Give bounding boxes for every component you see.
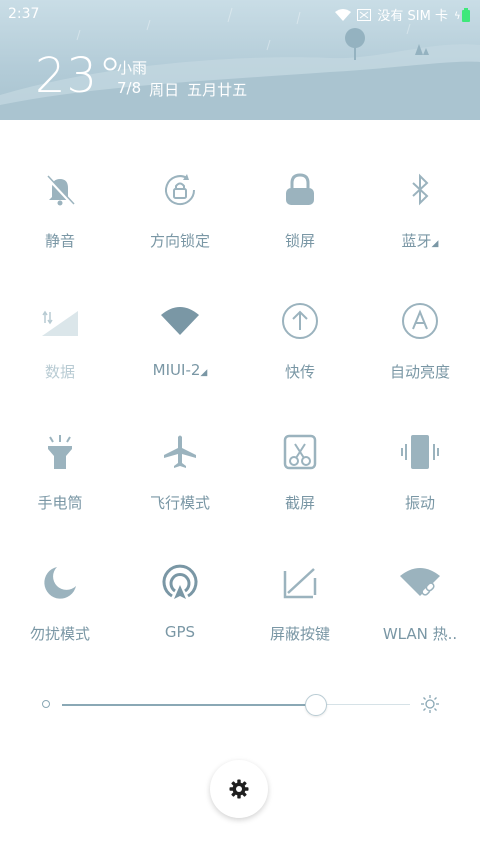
upload-icon bbox=[282, 303, 318, 339]
battery-charging-icon: ϟ bbox=[454, 7, 470, 22]
airplane-icon bbox=[164, 435, 196, 468]
toggle-label: WLAN 热.. bbox=[382, 625, 458, 643]
toggle-label: 快传 bbox=[284, 363, 315, 381]
toggle-flashlight[interactable]: 手电筒 bbox=[0, 412, 120, 522]
gps-icon bbox=[162, 564, 198, 599]
auto-brightness-icon bbox=[402, 303, 438, 339]
toggle-label: 数据 bbox=[44, 363, 75, 381]
wifi-status-icon bbox=[335, 8, 352, 21]
toggle-label: 振动 bbox=[404, 494, 435, 512]
slider-fill bbox=[62, 704, 317, 706]
toggle-wlan-hotspot[interactable]: WLAN 热.. bbox=[360, 543, 480, 653]
temperature: 23° bbox=[35, 48, 124, 104]
bell-off-icon bbox=[45, 175, 75, 207]
carrier-text: 没有 SIM 卡 bbox=[377, 9, 448, 24]
gear-icon bbox=[229, 779, 249, 799]
rotation-lock-icon bbox=[165, 174, 196, 206]
lock-icon bbox=[286, 173, 314, 205]
brightness-high-icon bbox=[421, 695, 439, 713]
toggle-label: 屏蔽按键 bbox=[269, 625, 330, 643]
hotspot-icon bbox=[400, 568, 440, 596]
toggle-label: MIUI-2◢ bbox=[152, 361, 208, 379]
lunar-date: 五月廿五 bbox=[187, 81, 248, 99]
toggle-mute[interactable]: 静音 bbox=[0, 150, 120, 260]
weather-condition: 小雨 bbox=[117, 59, 148, 77]
block-keys-icon bbox=[283, 568, 317, 599]
toggle-quick-transfer[interactable]: 快传 bbox=[240, 281, 360, 391]
toggle-do-not-disturb[interactable]: 勿扰模式 bbox=[0, 543, 120, 653]
toggle-lock-screen[interactable]: 锁屏 bbox=[240, 150, 360, 260]
status-bar: 2:37 没有 SIM 卡 ϟ bbox=[0, 0, 480, 28]
toggle-label: 手电筒 bbox=[37, 494, 83, 512]
toggle-rotation-lock[interactable]: 方向锁定 bbox=[120, 150, 240, 260]
moon-icon bbox=[44, 567, 76, 599]
svg-text:ϟ: ϟ bbox=[454, 11, 461, 22]
toggle-label: 蓝牙◢ bbox=[401, 232, 439, 250]
mobile-data-icon bbox=[42, 310, 78, 336]
weather-header[interactable]: 2:37 没有 SIM 卡 ϟ 23° 小雨 7/8 周日 五月廿五 bbox=[0, 0, 480, 120]
screenshot-icon bbox=[283, 434, 317, 470]
no-sim-icon bbox=[357, 8, 372, 21]
toggle-label: GPS bbox=[164, 623, 196, 641]
toggle-wifi[interactable]: MIUI-2◢ bbox=[120, 281, 240, 391]
toggle-block-keys[interactable]: 屏蔽按键 bbox=[240, 543, 360, 653]
toggle-vibrate[interactable]: 振动 bbox=[360, 412, 480, 522]
brightness-low-icon bbox=[42, 700, 50, 708]
toggle-label: 自动亮度 bbox=[389, 363, 450, 381]
vibrate-icon bbox=[401, 435, 439, 469]
flashlight-icon bbox=[48, 435, 72, 469]
date-line: 7/8 周日 五月廿五 bbox=[117, 79, 247, 100]
toggle-label: 静音 bbox=[44, 232, 75, 250]
toggle-label: 飞行模式 bbox=[149, 494, 210, 512]
date: 7/8 bbox=[117, 79, 142, 97]
bluetooth-icon bbox=[412, 173, 429, 206]
weekday: 周日 bbox=[149, 81, 180, 99]
toggle-label: 勿扰模式 bbox=[29, 625, 90, 643]
toggle-gps[interactable]: GPS bbox=[120, 543, 240, 653]
toggle-label: 截屏 bbox=[284, 494, 315, 512]
wifi-icon bbox=[161, 307, 199, 335]
status-time: 2:37 bbox=[8, 6, 40, 22]
brightness-slider[interactable] bbox=[40, 694, 440, 716]
toggle-bluetooth[interactable]: 蓝牙◢ bbox=[360, 150, 480, 260]
toggle-airplane-mode[interactable]: 飞行模式 bbox=[120, 412, 240, 522]
toggle-mobile-data[interactable]: 数据 bbox=[0, 281, 120, 391]
settings-button[interactable] bbox=[210, 760, 268, 818]
toggle-label: 锁屏 bbox=[284, 232, 315, 250]
slider-knob[interactable] bbox=[305, 694, 328, 716]
toggle-auto-brightness[interactable]: 自动亮度 bbox=[360, 281, 480, 391]
toggle-label: 方向锁定 bbox=[149, 232, 210, 250]
toggle-screenshot[interactable]: 截屏 bbox=[240, 412, 360, 522]
